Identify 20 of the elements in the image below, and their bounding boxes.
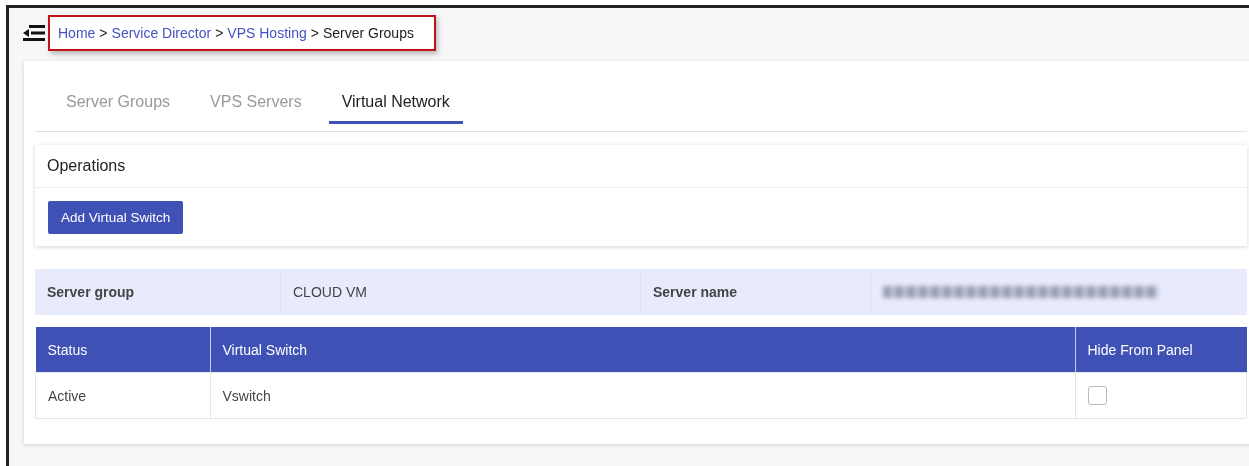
checkbox[interactable] [1087, 386, 1107, 405]
breadcrumb-separator: > [99, 25, 108, 41]
label-cell-text: Server group [46, 283, 136, 302]
value-cell: CLOUD VM [280, 269, 640, 315]
column-header: Virtual Switch [210, 327, 1075, 373]
breadcrumb-current: Server Groups [322, 25, 414, 41]
breadcrumb-separator: > [215, 25, 224, 41]
table-cell: Active [35, 372, 210, 419]
breadcrumb-link[interactable]: Home [58, 25, 96, 41]
table-cell: Vswitch [210, 372, 1075, 419]
menu-icon[interactable] [23, 24, 45, 42]
label-cell: Server name [640, 269, 870, 315]
column-header: Status [35, 327, 210, 373]
breadcrumb-link[interactable]: Service Director [111, 25, 212, 41]
column-header: Hide From Panel [1075, 327, 1247, 373]
tab[interactable]: Virtual Network [328, 86, 463, 124]
add-switch-button[interactable]: Add Virtual Switch [48, 201, 184, 234]
breadcrumb-separator: > [310, 25, 319, 41]
panel-title: Operations [47, 157, 126, 174]
breadcrumb-link[interactable]: VPS Hosting [227, 25, 307, 41]
